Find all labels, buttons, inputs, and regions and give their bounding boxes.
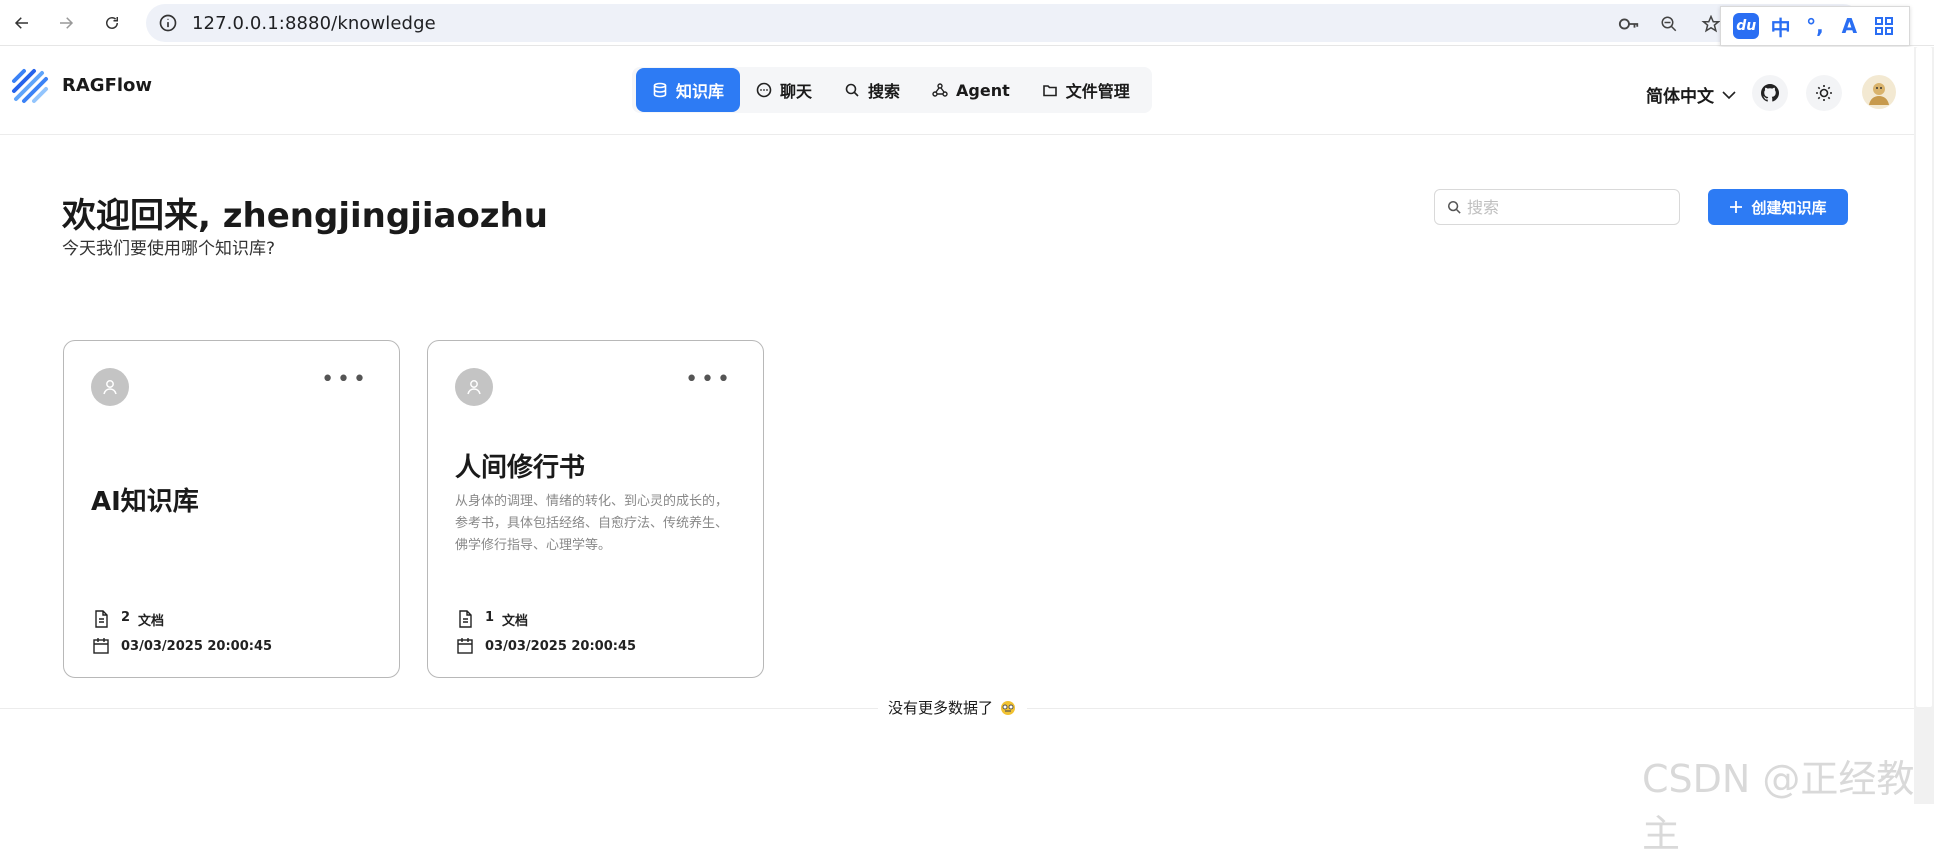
user-icon (467, 380, 481, 395)
page-scrollbar-thumb[interactable] (1916, 47, 1932, 707)
create-knowledge-label: 创建知识库 (1751, 198, 1827, 217)
created-date-value: 03/03/2025 20:00:45 (121, 638, 273, 654)
info-icon[interactable] (158, 13, 178, 33)
knowledge-card[interactable]: ••• AI知识库 2 文档 03/03/2025 20:00:45 (63, 340, 400, 678)
created-date-value: 03/03/2025 20:00:45 (485, 638, 637, 654)
bookmark-star-icon[interactable] (1700, 15, 1722, 33)
github-button[interactable] (1752, 75, 1788, 111)
nav-item-agent[interactable]: Agent (916, 68, 1026, 112)
database-icon (653, 82, 667, 98)
doc-count-value: 1 (485, 609, 495, 625)
brand-name[interactable]: RAGFlow (62, 75, 152, 96)
plus-icon (1730, 201, 1743, 213)
search-icon (845, 83, 859, 97)
reload-icon (106, 17, 118, 29)
user-avatar[interactable] (1862, 75, 1896, 109)
document-icon (95, 610, 108, 628)
nav-item-label: 聊天 (780, 82, 813, 101)
agent-graph-icon (932, 83, 948, 97)
reload-button[interactable] (98, 9, 126, 37)
created-date: 03/03/2025 20:00:45 (455, 636, 636, 656)
page-subtitle: 今天我们要使用哪个知识库? (62, 239, 276, 259)
nav-item-search[interactable]: 搜索 (828, 68, 916, 112)
calendar-icon (457, 638, 473, 654)
browser-toolbar: 127.0.0.1:8880/knowledge du 中 °, A (0, 0, 1934, 46)
knowledge-description: 从身体的调理、情绪的转化、到心灵的成长的，参考书，具体包括经络、自愈疗法、传统养… (455, 494, 729, 553)
knowledge-title: 人间修行书 (455, 453, 586, 483)
back-button[interactable] (8, 9, 36, 37)
doc-count-label: 文档 (502, 613, 529, 629)
forward-button[interactable] (52, 9, 80, 37)
chevron-down-icon (1722, 90, 1736, 99)
ime-punctuation-toggle[interactable]: °, (1802, 13, 1828, 39)
doc-count: 1 文档 (455, 609, 528, 629)
nav-item-label: 搜索 (868, 82, 901, 101)
created-date: 03/03/2025 20:00:45 (91, 636, 272, 656)
doc-count-label: 文档 (138, 613, 165, 629)
no-more-data: 没有更多数据了 (878, 697, 1028, 718)
ime-toolbar: du 中 °, A (1720, 6, 1910, 46)
create-knowledge-button[interactable]: 创建知识库 (1708, 189, 1848, 225)
arrow-left-icon (14, 17, 28, 29)
user-avatar-icon (1869, 83, 1889, 105)
more-options-icon[interactable]: ••• (321, 367, 369, 392)
address-bar[interactable]: 127.0.0.1:8880/knowledge (146, 4, 1862, 42)
knowledge-search[interactable] (1434, 189, 1680, 225)
user-icon (103, 380, 117, 395)
key-icon[interactable] (1618, 15, 1640, 33)
nav-item-knowledge[interactable]: 知识库 (636, 68, 741, 112)
page-title: 欢迎回来, zhengjingjiaozhu (62, 196, 549, 236)
baidu-ime-logo[interactable]: du (1733, 13, 1760, 39)
ragflow-logo-icon[interactable] (10, 67, 54, 109)
app-header: RAGFlow 知识库 聊天 搜索 Agent 文件管理 简体中文 (0, 47, 1914, 135)
no-more-data-label: 没有更多数据了 (888, 699, 994, 717)
document-icon (459, 610, 472, 628)
ime-mode-toggle[interactable]: 中 (1768, 13, 1794, 40)
knowledge-card[interactable]: ••• 人间修行书 从身体的调理、情绪的转化、到心灵的成长的，参考书，具体包括经… (427, 340, 764, 678)
doc-count-value: 2 (121, 609, 131, 625)
url-text[interactable]: 127.0.0.1:8880/knowledge (192, 13, 436, 34)
folder-icon (1042, 85, 1057, 97)
search-input[interactable] (1467, 197, 1667, 217)
language-selector[interactable]: 简体中文 (1646, 82, 1736, 107)
sun-icon (1816, 85, 1832, 101)
ime-skin-button[interactable]: A (1836, 13, 1862, 39)
nav-item-chat[interactable]: 聊天 (740, 68, 828, 112)
more-options-icon[interactable]: ••• (685, 367, 733, 392)
csdn-watermark: CSDN @正经教主 (1642, 757, 1915, 856)
knowledge-title: AI知识库 (91, 487, 199, 517)
theme-toggle-button[interactable] (1806, 75, 1842, 111)
arrow-right-icon (60, 17, 74, 29)
calendar-icon (93, 638, 109, 654)
nav-item-label: 知识库 (676, 82, 725, 101)
doc-count: 2 文档 (91, 609, 164, 629)
nav-item-label: Agent (956, 80, 1010, 100)
knowledge-avatar (455, 368, 493, 406)
knowledge-avatar (91, 368, 129, 406)
nav-item-files[interactable]: 文件管理 (1026, 68, 1146, 112)
zoom-out-icon[interactable] (1658, 15, 1680, 33)
nav-item-label: 文件管理 (1065, 82, 1130, 101)
top-navigation: 知识库 聊天 搜索 Agent 文件管理 (632, 67, 1152, 113)
chat-icon (756, 82, 772, 98)
search-icon (1447, 200, 1461, 214)
github-icon (1761, 84, 1779, 102)
ime-grid-icon[interactable] (1871, 13, 1897, 39)
language-label: 简体中文 (1646, 87, 1714, 107)
emoji-icon (1001, 700, 1016, 715)
